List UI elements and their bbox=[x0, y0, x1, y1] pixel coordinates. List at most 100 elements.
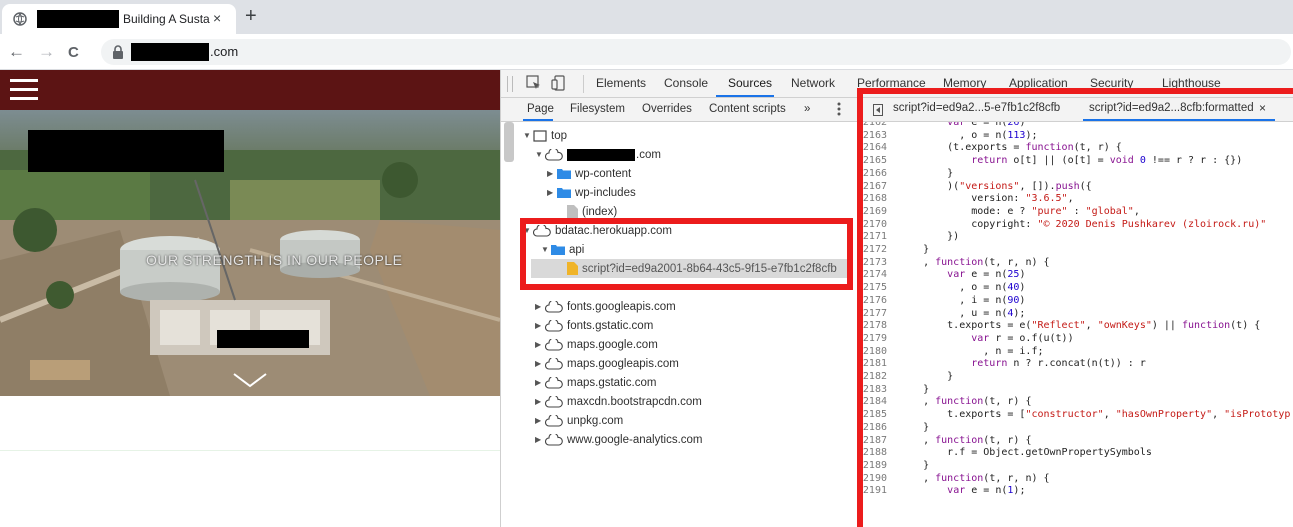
inspect-element-icon[interactable] bbox=[526, 75, 542, 91]
active-editor-tab-indicator bbox=[1083, 119, 1275, 121]
subtab-content-scripts[interactable]: Content scripts bbox=[709, 103, 786, 115]
line-number[interactable]: 2171 bbox=[861, 231, 887, 244]
tab-lighthouse[interactable]: Lighthouse bbox=[1162, 76, 1221, 90]
line-number[interactable]: 2186 bbox=[861, 422, 887, 435]
tree-item-api[interactable]: ▼ api bbox=[541, 240, 584, 259]
line-number[interactable]: 2176 bbox=[861, 295, 887, 308]
close-tab-icon[interactable]: × bbox=[213, 10, 221, 26]
line-number[interactable]: 2179 bbox=[861, 333, 887, 346]
subtab-overrides[interactable]: Overrides bbox=[642, 103, 692, 115]
code-text: , i = n(90) bbox=[899, 294, 1026, 306]
tree-item-wp-content[interactable]: ▶ wp-content bbox=[547, 164, 631, 183]
line-number[interactable]: 2164 bbox=[861, 142, 887, 155]
line-number[interactable]: 2166 bbox=[861, 168, 887, 181]
hero-image: OUR STRENGTH IS IN OUR PEOPLE bbox=[0, 110, 500, 396]
line-number[interactable]: 2184 bbox=[861, 396, 887, 409]
tab-application[interactable]: Application bbox=[1009, 76, 1068, 90]
tree-item-fonts-gstatic[interactable]: ▶ fonts.gstatic.com bbox=[535, 316, 653, 335]
close-tab-icon[interactable]: × bbox=[1259, 101, 1266, 115]
line-number[interactable]: 2165 bbox=[861, 155, 887, 168]
line-number[interactable]: 2183 bbox=[861, 384, 887, 397]
line-number[interactable]: 2172 bbox=[861, 244, 887, 257]
back-button[interactable]: ← bbox=[8, 42, 25, 62]
tree-item-fonts-googleapis[interactable]: ▶ fonts.googleapis.com bbox=[535, 297, 676, 316]
tree-item-origin[interactable]: ▼ .com bbox=[535, 145, 661, 164]
subtab-filesystem[interactable]: Filesystem bbox=[570, 103, 625, 115]
line-number[interactable]: 2185 bbox=[861, 409, 887, 422]
tree-item-index[interactable]: (index) bbox=[557, 202, 617, 221]
line-number[interactable]: 2189 bbox=[861, 460, 887, 473]
tree-item-google-analytics[interactable]: ▶ www.google-analytics.com bbox=[535, 430, 703, 449]
scrollbar[interactable] bbox=[504, 122, 514, 162]
reload-button[interactable]: C bbox=[68, 44, 79, 61]
tab-elements[interactable]: Elements bbox=[596, 76, 646, 90]
omnibox[interactable]: .com bbox=[101, 39, 1291, 65]
tab-sources[interactable]: Sources bbox=[728, 76, 772, 90]
line-number[interactable]: 2188 bbox=[861, 447, 887, 460]
more-options-icon[interactable] bbox=[837, 102, 841, 116]
tree-item-script-selected[interactable]: script?id=ed9a2001-8b64-43c5-9f15-e7fb1c… bbox=[531, 259, 849, 278]
more-tabs-chevron-icon[interactable]: » bbox=[804, 103, 810, 115]
hamburger-menu-icon[interactable] bbox=[10, 79, 38, 101]
expand-arrow-icon[interactable]: ▶ bbox=[535, 340, 545, 349]
expand-arrow-icon[interactable]: ▶ bbox=[535, 302, 545, 311]
tree-item-top[interactable]: ▼ top bbox=[523, 126, 567, 145]
line-number[interactable]: 2162 bbox=[861, 122, 887, 130]
editor-tab-script[interactable]: script?id=ed9a2...5-e7fb1c2f8cfb bbox=[893, 102, 1060, 114]
line-number[interactable]: 2177 bbox=[861, 308, 887, 321]
expand-arrow-icon[interactable]: ▼ bbox=[523, 226, 533, 235]
line-number[interactable]: 2175 bbox=[861, 282, 887, 295]
line-number[interactable]: 2173 bbox=[861, 257, 887, 270]
expand-arrow-icon[interactable]: ▶ bbox=[535, 359, 545, 368]
tab-performance[interactable]: Performance bbox=[857, 76, 926, 90]
tree-item-unpkg[interactable]: ▶ unpkg.com bbox=[535, 411, 623, 430]
tree-item-maps-google[interactable]: ▶ maps.google.com bbox=[535, 335, 658, 354]
line-number[interactable]: 2170 bbox=[861, 219, 887, 232]
line-number[interactable]: 2182 bbox=[861, 371, 887, 384]
editor-tab-script-formatted[interactable]: script?id=ed9a2...8cfb:formatted bbox=[1089, 102, 1254, 114]
tree-item-maps-gstatic[interactable]: ▶ maps.gstatic.com bbox=[535, 373, 656, 392]
tree-item-maxcdn[interactable]: ▶ maxcdn.bootstrapcdn.com bbox=[535, 392, 702, 411]
line-number[interactable]: 2167 bbox=[861, 181, 887, 194]
code-view[interactable]: 2162 var e = n(26) 2163 , o = n(113); 2164… bbox=[861, 122, 1293, 527]
line-number[interactable]: 2187 bbox=[861, 435, 887, 448]
line-number[interactable]: 2169 bbox=[861, 206, 887, 219]
new-tab-button[interactable]: + bbox=[245, 5, 257, 28]
line-number[interactable]: 2190 bbox=[861, 473, 887, 486]
resize-handle[interactable] bbox=[507, 76, 513, 92]
expand-arrow-icon[interactable]: ▶ bbox=[535, 378, 545, 387]
tab-console[interactable]: Console bbox=[664, 76, 708, 90]
expand-arrow-icon[interactable]: ▶ bbox=[535, 397, 545, 406]
expand-arrow-icon[interactable]: ▶ bbox=[547, 188, 557, 197]
line-number[interactable]: 2168 bbox=[861, 193, 887, 206]
expand-arrow-icon[interactable]: ▶ bbox=[547, 169, 557, 178]
expand-arrow-icon[interactable]: ▶ bbox=[535, 321, 545, 330]
line-number[interactable]: 2191 bbox=[861, 485, 887, 498]
browser-tab[interactable]: Building A Susta × bbox=[2, 4, 236, 34]
expand-arrow-icon[interactable]: ▼ bbox=[523, 131, 533, 140]
tab-memory[interactable]: Memory bbox=[943, 76, 986, 90]
expand-arrow-icon[interactable]: ▶ bbox=[535, 416, 545, 425]
chevron-down-icon[interactable] bbox=[232, 372, 268, 388]
device-toolbar-icon[interactable] bbox=[551, 75, 567, 91]
tree-item-label: bdatac.herokuapp.com bbox=[555, 224, 672, 237]
expand-arrow-icon[interactable]: ▶ bbox=[535, 435, 545, 444]
code-line: 2169 mode: e ? "pure" : "global", bbox=[861, 206, 1293, 219]
expand-arrow-icon[interactable]: ▼ bbox=[535, 150, 545, 159]
tree-item-bdatac[interactable]: ▼ bdatac.herokuapp.com bbox=[523, 221, 672, 240]
tab-network[interactable]: Network bbox=[791, 76, 835, 90]
code-line: 2171 }) bbox=[861, 231, 1293, 244]
subtab-page[interactable]: Page bbox=[527, 103, 554, 115]
line-number[interactable]: 2181 bbox=[861, 358, 887, 371]
code-text: , o = n(40) bbox=[899, 282, 1026, 294]
line-number[interactable]: 2180 bbox=[861, 346, 887, 359]
line-number[interactable]: 2178 bbox=[861, 320, 887, 333]
tree-item-wp-includes[interactable]: ▶ wp-includes bbox=[547, 183, 636, 202]
line-number[interactable]: 2174 bbox=[861, 269, 887, 282]
tab-security[interactable]: Security bbox=[1090, 76, 1133, 90]
tree-item-maps-googleapis[interactable]: ▶ maps.googleapis.com bbox=[535, 354, 679, 373]
forward-button[interactable]: → bbox=[38, 42, 55, 62]
line-number[interactable]: 2163 bbox=[861, 130, 887, 143]
toggle-navigator-icon[interactable] bbox=[873, 104, 883, 116]
expand-arrow-icon[interactable]: ▼ bbox=[541, 245, 551, 254]
